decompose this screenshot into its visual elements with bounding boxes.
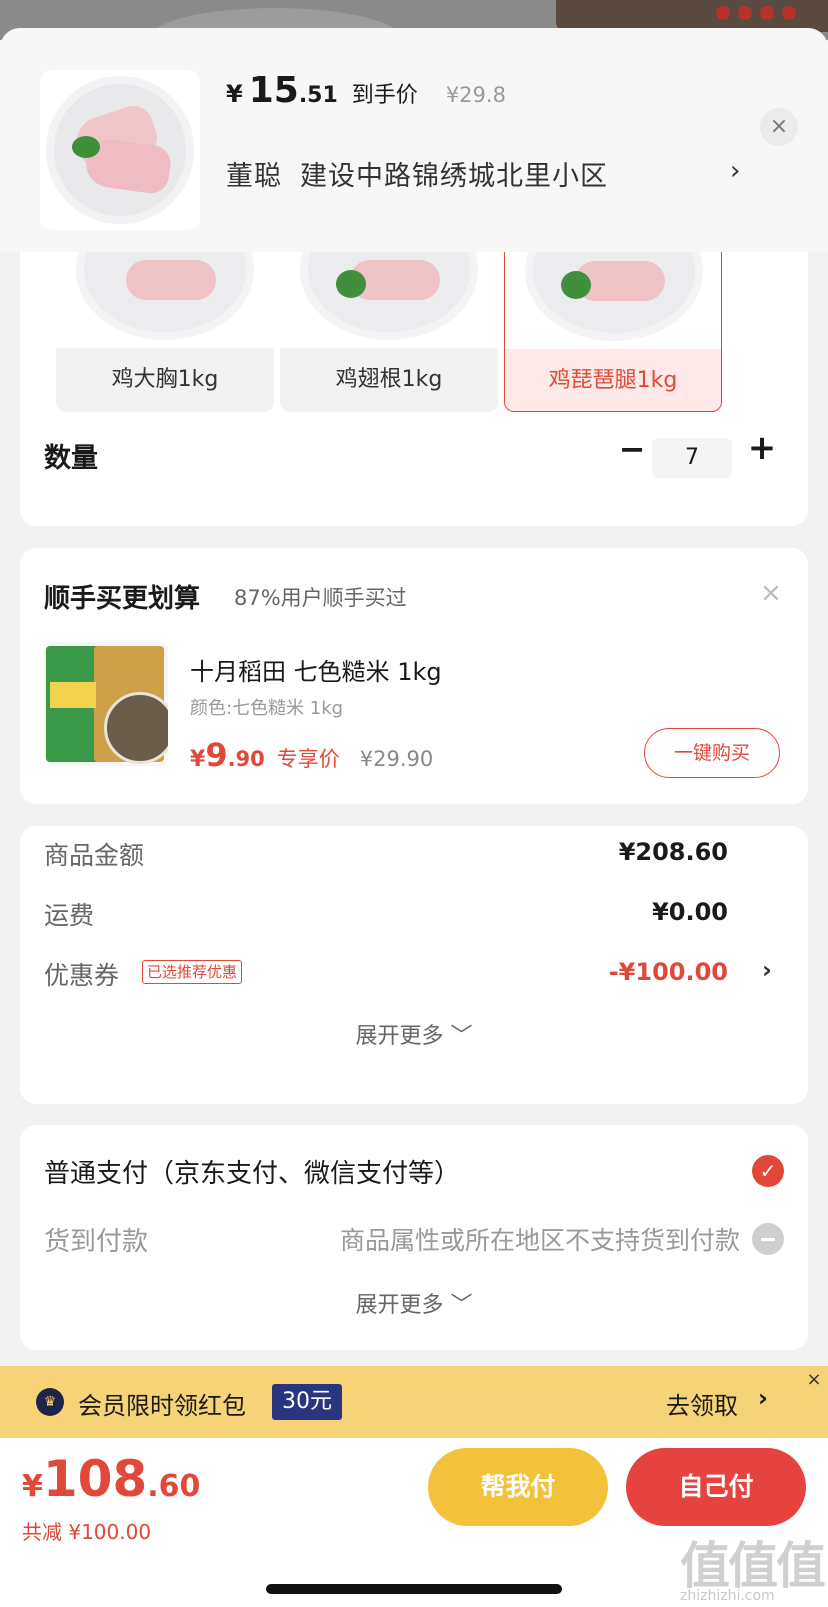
chevron-right-icon[interactable]: › <box>758 1384 768 1412</box>
spec-label: 鸡大胸1kg <box>111 367 219 392</box>
shipping-label: 运费 <box>44 901 95 930</box>
check-icon[interactable]: ✓ <box>752 1155 784 1187</box>
close-icon[interactable]: × <box>800 1366 828 1394</box>
bag-label-image <box>50 682 96 708</box>
spec-label: 鸡琵琶腿1kg <box>548 368 678 393</box>
coupon-label: 优惠券 <box>44 961 120 990</box>
home-indicator[interactable] <box>266 1584 562 1594</box>
total-decimal: .60 <box>147 1469 201 1504</box>
payment-option-normal[interactable]: 普通支付（京东支付、微信支付等） <box>44 1153 460 1190</box>
tomato-image <box>782 6 796 20</box>
spec-label: 鸡翅根1kg <box>335 367 443 392</box>
combo-product-spec: 颜色:七色糙米 1kg <box>190 698 344 719</box>
herb-image <box>72 136 100 158</box>
spec-image <box>280 240 498 348</box>
currency-symbol: ¥ <box>226 80 243 108</box>
price-decimal: .51 <box>298 83 338 108</box>
recipient-name: 董聪 <box>226 161 282 192</box>
combo-title: 顺手买更划算 <box>44 584 201 614</box>
close-icon[interactable]: × <box>760 578 782 608</box>
original-price: ¥29.90 <box>359 747 434 771</box>
rice-product-image[interactable] <box>44 642 168 766</box>
currency-symbol: ¥ <box>190 747 206 772</box>
price-tag: 专享价 <box>276 747 340 771</box>
goods-amount-value: ¥208.60 <box>618 838 728 866</box>
order-summary-card: 商品金额 ¥208.60 运费 ¥0.00 优惠券 已选推荐优惠 -¥100.0… <box>20 826 808 1104</box>
spec-option-drumstick[interactable]: 鸡琵琶腿1kg <box>504 240 722 412</box>
product-thumbnail <box>40 70 200 230</box>
original-price: ¥29.8 <box>445 83 506 107</box>
combo-product-name[interactable]: 十月稻田 七色糙米 1kg <box>190 652 442 687</box>
price-decimal: .90 <box>227 747 265 771</box>
coupon-badge: 已选推荐优惠 <box>142 960 243 984</box>
payment-option-cod: 货到付款 <box>44 1227 149 1257</box>
coupon-value[interactable]: -¥100.00 <box>528 958 728 986</box>
spec-option-breast[interactable]: 鸡大胸1kg <box>56 240 274 412</box>
chevron-right-icon[interactable]: › <box>762 956 772 984</box>
payment-card: 普通支付（京东支付、微信支付等） ✓ 货到付款 商品属性或所在地区不支持货到付款… <box>20 1125 808 1350</box>
header-price: ¥ 15 .51 到手价 ¥29.8 <box>226 70 506 114</box>
help-me-pay-button[interactable]: 帮我付 <box>428 1448 608 1526</box>
spec-image <box>56 240 274 348</box>
tomato-image <box>716 6 730 20</box>
address-text: 建设中路锦绣城北里小区 <box>300 161 608 192</box>
price-integer: 9 <box>205 736 228 774</box>
price-integer: 15 <box>248 70 299 111</box>
meat-image <box>126 260 216 300</box>
tomato-image <box>738 6 752 20</box>
spec-option-wing[interactable]: 鸡翅根1kg <box>280 240 498 412</box>
disabled-icon <box>752 1223 784 1255</box>
cod-unavailable-note: 商品属性或所在地区不支持货到付款 <box>339 1226 740 1255</box>
pay-myself-button[interactable]: 自己付 <box>626 1448 806 1526</box>
one-click-buy-button[interactable]: 一键购买 <box>644 728 780 778</box>
expand-more-button[interactable]: 展开更多 ﹀ <box>20 1018 808 1050</box>
quantity-plus-button[interactable]: + <box>742 428 782 468</box>
price-tag: 到手价 <box>351 83 418 108</box>
quantity-input[interactable]: 7 <box>652 438 732 478</box>
herb-image <box>561 271 591 299</box>
spec-image <box>505 241 721 349</box>
crown-icon: ♛ <box>36 1388 64 1416</box>
shipping-value: ¥0.00 <box>652 898 728 926</box>
product-header: ¥ 15 .51 到手价 ¥29.8 董聪 建设中路锦绣城北里小区 › × <box>0 28 828 252</box>
quantity-label: 数量 <box>44 443 98 474</box>
member-promo-bar[interactable]: ♛ 会员限时领红包 30元 去领取 › × <box>0 1366 828 1438</box>
herb-image <box>336 270 366 298</box>
tomato-image <box>760 6 774 20</box>
member-promo-text: 会员限时领红包 <box>78 1392 246 1420</box>
currency-symbol: ¥ <box>22 1469 43 1504</box>
combo-subtitle: 87%用户顺手买过 <box>234 586 407 610</box>
claim-link[interactable]: 去领取 <box>666 1386 738 1421</box>
goods-amount-label: 商品金额 <box>44 841 145 870</box>
watermark-url: zhizhizhi.com <box>680 1588 775 1604</box>
checkout-bar: ¥ 108 .60 共减 ¥100.00 帮我付 自己付 值值值 zhizhiz… <box>0 1438 828 1607</box>
delivery-address[interactable]: 董聪 建设中路锦绣城北里小区 <box>226 154 608 193</box>
combo-product-price: ¥ 9 .90 专享价 ¥29.90 <box>190 736 433 774</box>
close-button[interactable]: × <box>760 108 798 146</box>
member-amount-badge: 30元 <box>272 1384 342 1420</box>
expand-more-button[interactable]: 展开更多 ﹀ <box>20 1287 808 1319</box>
total-price: ¥ 108 .60 <box>22 1450 200 1508</box>
quantity-minus-button[interactable]: − <box>612 430 652 468</box>
rice-bowl-image <box>104 692 168 764</box>
total-integer: 108 <box>42 1450 148 1508</box>
combo-card: 顺手买更划算 87%用户顺手买过 × 十月稻田 七色糙米 1kg 颜色:七色糙米… <box>20 548 808 804</box>
chevron-right-icon[interactable]: › <box>730 156 740 186</box>
saved-amount: 共减 ¥100.00 <box>22 1520 152 1544</box>
